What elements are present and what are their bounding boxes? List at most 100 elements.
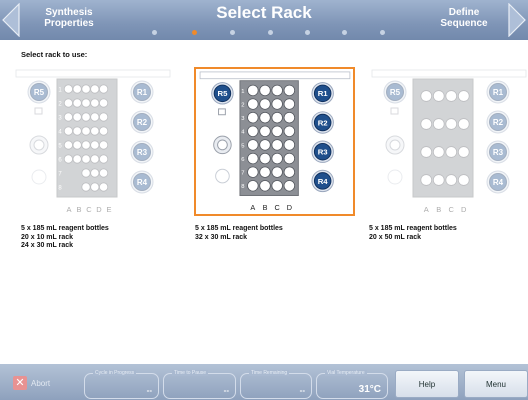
rack-well [247, 84, 259, 97]
rack-well [445, 174, 458, 186]
step-dot [305, 30, 310, 35]
reagent-bottle-r2: R2 [486, 110, 510, 134]
rack-well [283, 125, 296, 137]
rack-top-rail [371, 69, 527, 78]
rack-option-1[interactable]: 1 2 3 4 5 6 7 8 A B C D E R5 R1 R2 R3 R4 [12, 67, 173, 216]
rack-diagram: 12345678A B C D ER5 R1R2R3R4 [15, 69, 171, 214]
reagent-bottle-r3: R3 [311, 140, 334, 163]
rack-well [432, 174, 445, 186]
rack-well [259, 152, 271, 165]
rack-well [420, 118, 433, 130]
reagent-bottle-r1: R1 [486, 80, 510, 104]
bottle-label: R1 [137, 88, 148, 97]
rack-well [90, 154, 100, 164]
rack-well [247, 180, 259, 192]
row-label: 6 [241, 157, 244, 163]
rack-option-3[interactable]: A B C D R5 R1 R2 R3 R4 [368, 67, 528, 216]
rack-well [457, 90, 470, 102]
help-button[interactable]: Help [395, 370, 459, 398]
spare-port [215, 168, 230, 184]
port-inner [389, 139, 401, 151]
row-label: 7 [241, 171, 244, 177]
rack-well [81, 168, 91, 178]
rack-well [457, 146, 470, 158]
rack-well [283, 84, 296, 97]
bottle-label: R5 [390, 88, 401, 97]
rack-well [271, 125, 283, 137]
rack-description-3: 5 x 185 mL reagent bottles 20 x 50 mL ra… [369, 225, 457, 242]
rack-description-line: 5 x 185 mL reagent bottles [369, 225, 457, 232]
abort-label: Abort [31, 378, 51, 388]
rack-well [72, 84, 82, 94]
rack-well [445, 118, 458, 130]
rack-well [247, 152, 259, 165]
rack-well [283, 166, 296, 178]
rack-well [259, 111, 271, 124]
row-label: 5 [241, 143, 244, 149]
reagent-bottle-r5: R5 [383, 80, 407, 104]
bottom-toolbar: ✕ Abort Cycle in Progress -- Time to Pau… [0, 364, 528, 400]
vial-holder [390, 107, 399, 115]
rack-well [445, 90, 458, 102]
rack-well [432, 118, 445, 130]
rack-well [271, 180, 283, 192]
rack-description-line: 5 x 185 mL reagent bottles [21, 225, 109, 232]
rack-well [432, 90, 445, 102]
rack-option-2[interactable]: 1 2 3 4 5 6 7 8 A B C D R5 R1 R2 R3 R4 [194, 67, 355, 216]
abort-button[interactable]: ✕ Abort [13, 374, 50, 392]
vial-temperature-box: Vial Temperature 31°C [316, 370, 388, 399]
rack-tray [239, 80, 299, 196]
bottle-label: R2 [318, 118, 329, 127]
vial-temperature-label: Vial Temperature [325, 370, 367, 376]
bottle-label: R3 [137, 148, 148, 157]
rack-well [283, 139, 296, 151]
rack-well [63, 112, 74, 122]
rack-well [99, 126, 109, 136]
time-remaining-box: Time Remaining -- [240, 370, 312, 399]
next-step-label-line1: Define [448, 7, 480, 18]
reagent-bottle-r2: R2 [311, 111, 334, 134]
rack-well [99, 112, 109, 122]
rack-well [271, 111, 283, 124]
rack-well [420, 146, 433, 158]
rack-well [247, 98, 259, 110]
reagent-bottle-r4: R4 [130, 170, 154, 194]
time-to-pause-value: -- [223, 386, 229, 395]
step-dot [380, 30, 385, 35]
rack-well [81, 84, 91, 94]
next-step-label-line2: Sequence [440, 18, 488, 29]
row-label: 3 [241, 116, 244, 122]
rack-well [99, 154, 109, 164]
column-label: B [76, 205, 81, 214]
bottle-label: R4 [493, 178, 504, 187]
rack-description-line: 20 x 10 mL rack [21, 233, 74, 241]
menu-button[interactable]: Menu [464, 370, 528, 398]
rack-description-line: 24 x 30 mL rack [21, 242, 74, 249]
next-step-button[interactable]: Define Sequence [428, 7, 500, 29]
column-label: C [275, 203, 280, 212]
rack-well [283, 98, 296, 110]
rack-well [283, 180, 296, 192]
port-inner [33, 139, 45, 151]
cycle-in-progress-value: -- [146, 386, 152, 395]
rack-description-1: 5 x 185 mL reagent bottles 20 x 10 mL ra… [21, 225, 109, 251]
column-label: B [263, 203, 268, 212]
rack-well [247, 139, 259, 151]
step-dot [152, 30, 157, 35]
rack-well [271, 98, 283, 110]
rack-well [63, 140, 74, 150]
rack-well [259, 98, 271, 110]
step-dot [230, 30, 235, 35]
time-to-pause-label: Time to Pause [172, 370, 209, 376]
rack-well [259, 84, 271, 97]
rack-diagram: 12345678A B C DR5 R1R2R3R4 [199, 71, 351, 212]
rack-well [72, 126, 82, 136]
row-label: 8 [241, 184, 244, 190]
time-to-pause-box: Time to Pause -- [163, 370, 236, 399]
column-label: B [436, 205, 441, 214]
rack-well [99, 168, 109, 178]
rack-description-line: 32 x 30 mL rack [195, 233, 248, 241]
rack-well [99, 182, 109, 192]
vial-holder [218, 108, 226, 116]
bottle-label: R5 [217, 89, 228, 98]
